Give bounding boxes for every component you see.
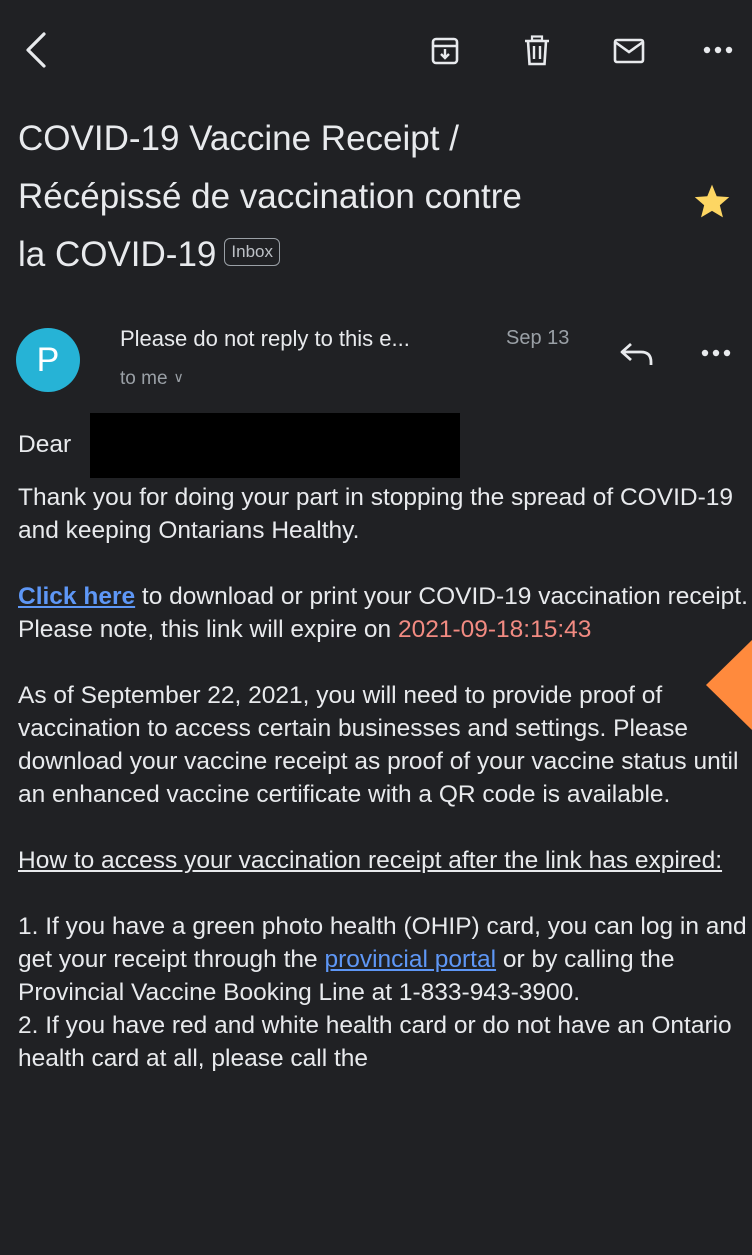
subject-line: la COVID-19 Inbox	[18, 226, 668, 284]
archive-button[interactable]	[422, 28, 468, 74]
subject-line: Récépissé de vaccination contre	[18, 177, 522, 216]
more-horizontal-icon	[701, 349, 731, 357]
download-receipt-link[interactable]: Click here	[18, 583, 135, 610]
section-heading: How to access your vaccination receipt a…	[18, 847, 723, 874]
subject-line: COVID-19 Vaccine Receipt /	[18, 119, 459, 158]
more-options-button[interactable]	[696, 32, 740, 68]
subject-line-text: la COVID-19	[18, 235, 217, 274]
delete-button[interactable]	[514, 28, 560, 74]
body-paragraph: Click here to download or print your COV…	[18, 580, 748, 646]
back-button[interactable]	[14, 22, 58, 78]
list-item: 1. If you have a green photo health (OHI…	[18, 910, 748, 1009]
provincial-portal-link[interactable]: provincial portal	[324, 946, 496, 973]
star-button[interactable]	[693, 183, 731, 224]
expiry-date: 2021-09-18:15:43	[397, 616, 592, 643]
reply-button[interactable]	[612, 334, 662, 374]
overlay-arrow-shape	[706, 640, 752, 730]
star-icon	[694, 184, 730, 218]
sender-name[interactable]: Please do not reply to this e...	[120, 326, 410, 352]
email-date: Sep 13	[506, 327, 570, 349]
body-paragraph: As of September 22, 2021, you will need …	[18, 682, 739, 808]
inbox-label-chip[interactable]: Inbox	[224, 237, 280, 266]
email-body: Dear Thank you for doing your part in st…	[18, 428, 748, 1075]
chevron-down-icon: ∨	[173, 369, 184, 385]
list-item: 2. If you have red and white health card…	[18, 1012, 732, 1072]
body-paragraph: Thank you for doing your part in stoppin…	[18, 484, 733, 544]
email-subject: COVID-19 Vaccine Receipt / Récépissé de …	[18, 110, 668, 284]
reply-icon	[620, 342, 653, 365]
recipient-details-toggle[interactable]: to me ∨	[120, 368, 184, 390]
envelope-icon	[613, 38, 645, 64]
sender-avatar[interactable]: P	[16, 328, 80, 392]
mark-unread-button[interactable]	[604, 28, 654, 74]
back-arrow-icon	[26, 32, 46, 68]
email-view: COVID-19 Vaccine Receipt / Récépissé de …	[0, 0, 752, 1255]
archive-icon	[431, 37, 459, 65]
trash-icon	[525, 35, 549, 66]
redacted-name-block	[90, 413, 460, 478]
top-toolbar	[0, 0, 752, 100]
message-more-button[interactable]	[694, 338, 738, 368]
recipient-text: to me	[120, 368, 168, 389]
more-horizontal-icon	[703, 46, 733, 54]
